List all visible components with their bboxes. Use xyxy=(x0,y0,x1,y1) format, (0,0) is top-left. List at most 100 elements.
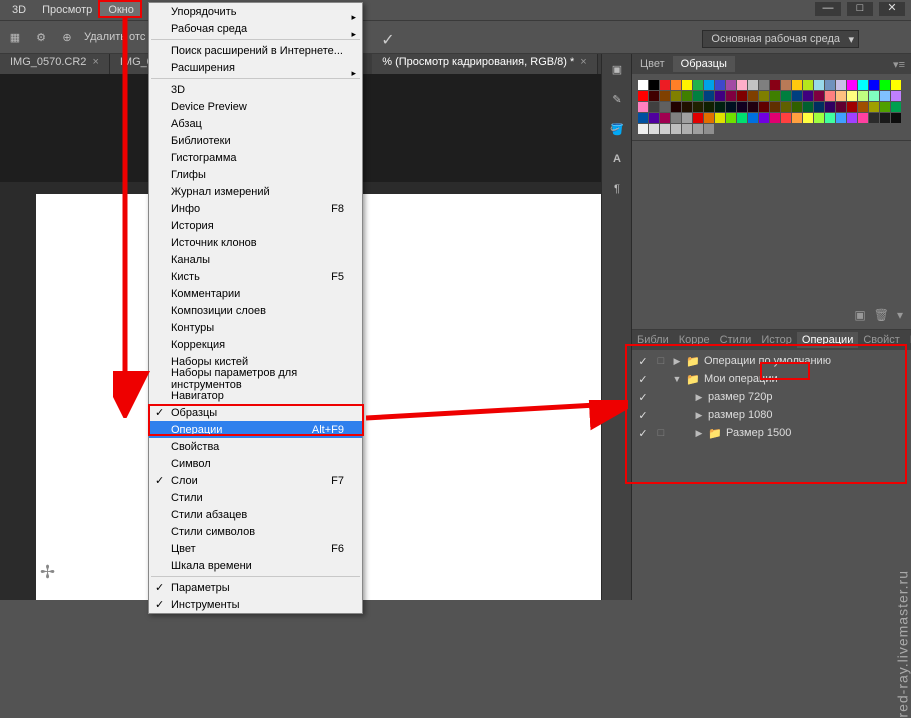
marquee-icon[interactable]: ▣ xyxy=(602,54,632,84)
menu-item[interactable]: Стили абзацев xyxy=(149,506,362,523)
swatch[interactable] xyxy=(825,113,835,123)
swatch[interactable] xyxy=(737,80,747,90)
swatch[interactable] xyxy=(825,80,835,90)
swatch[interactable] xyxy=(858,113,868,123)
swatch[interactable] xyxy=(759,102,769,112)
swatch[interactable] xyxy=(770,91,780,101)
swatch[interactable] xyxy=(726,80,736,90)
swatch[interactable] xyxy=(836,80,846,90)
swatch[interactable] xyxy=(880,80,890,90)
swatch[interactable] xyxy=(814,80,824,90)
toggle-check[interactable]: ✓ xyxy=(636,373,650,386)
swatch[interactable] xyxy=(715,102,725,112)
disclosure-icon[interactable]: ▶ xyxy=(694,428,704,439)
swatch[interactable] xyxy=(825,102,835,112)
close-button[interactable]: ✕ xyxy=(879,2,905,16)
menu-item[interactable]: ✓Инструменты xyxy=(149,596,362,613)
disclosure-icon[interactable]: ▶ xyxy=(694,392,704,403)
menu-item[interactable]: Поиск расширений в Интернете... xyxy=(149,42,362,59)
swatch[interactable] xyxy=(671,80,681,90)
swatch[interactable] xyxy=(693,102,703,112)
swatch[interactable] xyxy=(847,102,857,112)
swatch[interactable] xyxy=(704,91,714,101)
menu-item[interactable]: Библиотеки xyxy=(149,132,362,149)
panel-tab[interactable]: Глифы xyxy=(905,332,911,348)
swatch[interactable] xyxy=(814,113,824,123)
swatch[interactable] xyxy=(737,113,747,123)
disclosure-icon[interactable]: ▼ xyxy=(672,374,682,384)
swatch[interactable] xyxy=(704,80,714,90)
swatches-grid[interactable] xyxy=(632,74,911,140)
swatch[interactable] xyxy=(880,102,890,112)
swatch[interactable] xyxy=(803,102,813,112)
workspace-dropdown[interactable]: Основная рабочая среда xyxy=(702,30,859,48)
swatch[interactable] xyxy=(671,102,681,112)
swatch[interactable] xyxy=(638,113,648,123)
swatch[interactable] xyxy=(858,91,868,101)
swatch[interactable] xyxy=(781,102,791,112)
menu-item[interactable]: 3D xyxy=(149,81,362,98)
swatch[interactable] xyxy=(693,80,703,90)
swatch[interactable] xyxy=(671,91,681,101)
swatch[interactable] xyxy=(704,102,714,112)
swatch[interactable] xyxy=(649,102,659,112)
bucket-icon[interactable]: 🪣 xyxy=(602,114,632,144)
menu-item[interactable]: ОперацииAlt+F9 xyxy=(149,421,362,438)
swatch[interactable] xyxy=(726,102,736,112)
swatch[interactable] xyxy=(638,91,648,101)
document-tab[interactable]: % (Просмотр кадрирования, RGB/8) *× xyxy=(372,54,597,74)
swatch[interactable] xyxy=(781,113,791,123)
menu-item[interactable]: Стили xyxy=(149,489,362,506)
swatch[interactable] xyxy=(869,91,879,101)
swatch[interactable] xyxy=(671,124,681,134)
swatch[interactable] xyxy=(726,113,736,123)
panel-tab[interactable]: Истор xyxy=(756,332,797,348)
swatch[interactable] xyxy=(770,113,780,123)
trash-icon[interactable]: 🗑 xyxy=(874,308,889,322)
swatch[interactable] xyxy=(660,80,670,90)
swatch[interactable] xyxy=(638,124,648,134)
swatch[interactable] xyxy=(836,91,846,101)
swatch[interactable] xyxy=(759,113,769,123)
menu-item[interactable]: Стили символов xyxy=(149,523,362,540)
close-icon[interactable]: × xyxy=(92,56,98,68)
menu-item[interactable]: Расширения xyxy=(149,59,362,76)
swatch[interactable] xyxy=(704,113,714,123)
swatch[interactable] xyxy=(869,80,879,90)
swatch[interactable] xyxy=(781,80,791,90)
swatch[interactable] xyxy=(792,91,802,101)
menu-item[interactable]: ЦветF6 xyxy=(149,540,362,557)
swatch[interactable] xyxy=(847,91,857,101)
swatch[interactable] xyxy=(847,113,857,123)
swatch[interactable] xyxy=(792,113,802,123)
menu-item[interactable]: Источник клонов xyxy=(149,234,362,251)
swatch[interactable] xyxy=(759,80,769,90)
menu-item[interactable]: КистьF5 xyxy=(149,268,362,285)
target-icon[interactable]: ⊕ xyxy=(58,28,76,46)
swatch[interactable] xyxy=(715,113,725,123)
crop-tool-icon[interactable]: ▦ xyxy=(6,28,24,46)
swatch[interactable] xyxy=(869,113,879,123)
swatch[interactable] xyxy=(649,91,659,101)
swatch[interactable] xyxy=(737,102,747,112)
swatch[interactable] xyxy=(891,113,901,123)
swatch[interactable] xyxy=(836,102,846,112)
swatch[interactable] xyxy=(803,113,813,123)
swatches-tab[interactable]: Образцы xyxy=(673,56,735,72)
menu-item[interactable]: Свойства xyxy=(149,438,362,455)
actions-tree[interactable]: ✓□▶📁Операции по умолчанию✓▼📁Мои операции… xyxy=(632,350,911,450)
menu-3d[interactable]: 3D xyxy=(4,2,34,18)
swatch[interactable] xyxy=(660,124,670,134)
delete-cropped-checkbox[interactable]: Удалить отс xyxy=(84,31,145,43)
swatch[interactable] xyxy=(748,102,758,112)
menu-item[interactable]: Символ xyxy=(149,455,362,472)
panel-tab[interactable]: Операции xyxy=(797,332,858,348)
minimize-button[interactable]: — xyxy=(815,2,841,16)
panel-tab[interactable]: Библи xyxy=(632,332,674,348)
close-icon[interactable]: × xyxy=(580,56,586,68)
commit-crop-button[interactable]: ✓ xyxy=(378,30,398,50)
menu-item[interactable]: Каналы xyxy=(149,251,362,268)
swatch[interactable] xyxy=(682,113,692,123)
toggle-check[interactable]: ✓ xyxy=(636,427,650,440)
menu-item[interactable]: ✓СлоиF7 xyxy=(149,472,362,489)
